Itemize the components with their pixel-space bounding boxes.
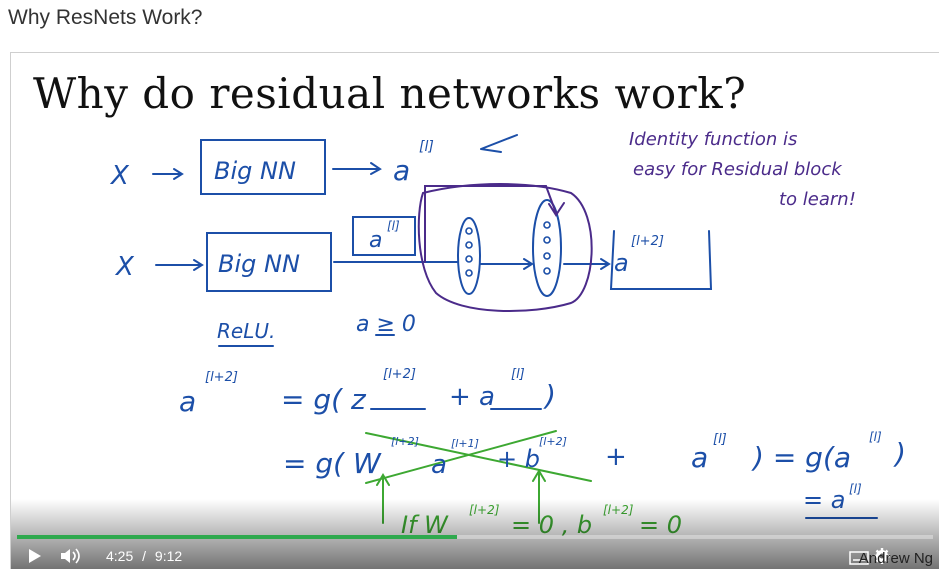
eq2-start: = g( W (283, 447, 382, 480)
a-l-superscript: [l] (419, 139, 434, 155)
eq2-result-close: ) (893, 437, 906, 470)
relu-label: ReLU. (217, 319, 275, 343)
eq2-result-sup: [l] (869, 430, 882, 444)
eq1-close: ) (543, 379, 556, 412)
volume-icon[interactable] (59, 547, 83, 565)
lecturer-watermark: Andrew Ng (858, 550, 933, 567)
eq3: = a (803, 486, 845, 514)
input-x-2: X (114, 252, 135, 282)
eq2-al: a (691, 441, 708, 474)
arrow-icon (152, 168, 184, 180)
arrow-icon (563, 258, 611, 270)
arrow-icon (155, 259, 204, 271)
a-out-label: a (614, 249, 629, 277)
note-line-2: easy for Residual block (633, 159, 843, 180)
player-controls: 4:25 / 9:12 Andrew Ng (11, 541, 939, 569)
a-out-superscript: [l+2] (631, 234, 664, 249)
eq1-lhs-sup: [l+2] (205, 370, 238, 385)
progress-bar[interactable] (17, 535, 933, 539)
a-l-box (352, 216, 416, 256)
time-display: 4:25 / 9:12 (106, 548, 182, 564)
eq2-plus: + (605, 442, 627, 472)
page-title: Why ResNets Work? (8, 6, 203, 29)
eq1-lhs: a (179, 385, 196, 418)
residual-block-outline (417, 183, 593, 312)
arrow-icon (332, 162, 382, 175)
video-player[interactable]: Why do residual networks work? X Big NN … (10, 52, 939, 569)
nonneg-condition: a ≥ 0 (356, 312, 416, 337)
eq2-b-sup: [l+2] (539, 435, 567, 448)
eq2-a: a (431, 450, 447, 480)
a-in-superscript: [l] (387, 219, 400, 233)
eq2-result: ) = g(a (751, 441, 851, 474)
a-l-label: a (393, 154, 410, 187)
note-line-3: to learn! (779, 189, 856, 210)
eq3-sup: [l] (849, 482, 862, 496)
eq2-w-sup: [l+2] (391, 435, 419, 448)
play-icon[interactable] (27, 547, 43, 565)
eq1-z-sup: [l+2] (383, 367, 416, 382)
eq2-al-sup: [l] (713, 432, 727, 447)
progress-fill (17, 535, 457, 539)
time-current: 4:25 (106, 548, 134, 564)
input-x-1: X (109, 161, 130, 191)
eq1-a-sup: [l] (511, 367, 525, 382)
note-line-1: Identity function is (629, 129, 797, 150)
pointer-arrow-icon (480, 134, 518, 153)
time-total: 9:12 (154, 548, 183, 564)
cond2-w-sup: [l+2] (469, 503, 500, 517)
time-separator: / (142, 548, 147, 564)
skip-connection-icon (424, 185, 565, 263)
arrow-icon (480, 258, 534, 270)
eq2-a-sup: [l+1] (451, 437, 479, 450)
big-nn-label-2: Big NN (218, 250, 300, 278)
eq1-plus-a: + a (449, 382, 495, 412)
a-in-label: a (369, 228, 382, 253)
eq1-rhs: = g( z (281, 383, 367, 416)
up-arrow-icon (376, 473, 390, 524)
big-nn-label-1: Big NN (214, 157, 296, 185)
eq2-b: + b (497, 445, 540, 473)
cond2-b-sup: [l+2] (603, 503, 634, 517)
slide-handwriting: X Big NN a [l] X Big NN a [l] a [l+2] Re… (109, 129, 906, 539)
